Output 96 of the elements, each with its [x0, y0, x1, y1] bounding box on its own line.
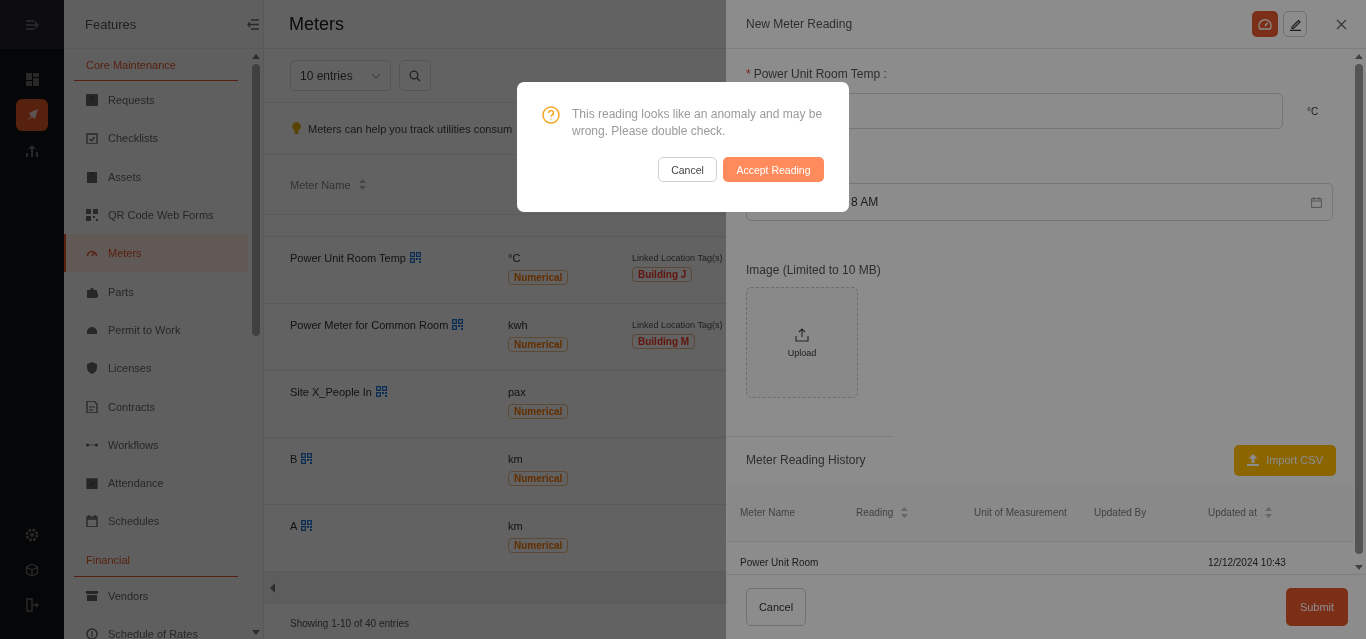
required-mark: *	[746, 67, 751, 81]
panel-title: Features	[85, 16, 137, 32]
unit-text: km	[508, 520, 523, 532]
meter-button[interactable]	[1252, 11, 1278, 37]
meter-name[interactable]: Power Meter for Common Room	[290, 319, 449, 331]
coin-icon	[86, 628, 98, 639]
feature-item[interactable]: Requests	[64, 81, 248, 120]
gauge-icon	[1258, 17, 1272, 31]
settings-icon[interactable]	[25, 528, 39, 542]
lightbulb-icon	[292, 122, 301, 135]
cancel-button[interactable]: Cancel	[658, 157, 717, 182]
tip-text: Meters can help you track utilities consum	[308, 122, 513, 135]
column-header[interactable]: Meter Name	[740, 503, 856, 521]
drawer-title: New Meter Reading	[746, 17, 853, 31]
edit-button[interactable]	[1283, 11, 1307, 37]
pencil-icon	[1288, 17, 1302, 31]
qr-code-icon[interactable]	[452, 319, 464, 330]
unit-text: kwh	[508, 319, 528, 331]
type-tag: Numerical	[508, 471, 569, 486]
location-tag: Building J	[632, 267, 693, 282]
type-tag: Numerical	[508, 538, 569, 553]
image-label: Image (Limited to 10 MB)	[746, 263, 881, 277]
close-icon[interactable]	[1336, 18, 1347, 30]
location-label: Linked Location Tag(s)	[632, 253, 723, 263]
question-icon	[542, 106, 560, 124]
feature-item[interactable]: Vendors	[64, 576, 248, 615]
clipboard-icon	[86, 132, 98, 145]
location-tag: Building M	[632, 334, 696, 349]
qr-icon	[86, 209, 98, 222]
search-button[interactable]	[399, 60, 431, 91]
horizontal-scrollbar[interactable]	[264, 572, 727, 604]
upload-icon	[795, 327, 809, 342]
meter-name[interactable]: B	[290, 453, 298, 465]
table-cell-text: 12/12/2024 10:43	[1208, 557, 1287, 568]
dialog-message: This reading looks like an anomaly and may be wrong. Please double check.	[572, 106, 824, 140]
type-tag: Numerical	[508, 270, 569, 285]
dashboard-icon	[25, 72, 39, 86]
table-cell-text: Power Unit Room	[740, 557, 820, 568]
search-icon	[409, 69, 421, 82]
entries-count: Showing 1-10 of 40 entries	[290, 617, 409, 629]
column-header[interactable]: Unit of Measurement	[974, 503, 1094, 521]
page-title: Meters	[289, 13, 344, 35]
submit-button[interactable]: Submit	[1286, 588, 1348, 626]
import-button[interactable]: Import CSV	[1234, 444, 1336, 476]
column-header[interactable]: Updated By	[1094, 503, 1208, 521]
upload-icon	[1247, 454, 1260, 466]
feature-item[interactable]: Assets	[64, 157, 248, 196]
unit-text: km	[508, 453, 523, 465]
feature-item[interactable]: QR Code Web Forms	[64, 195, 248, 235]
collapse-icon[interactable]	[247, 18, 259, 30]
qr-code-icon[interactable]	[409, 252, 421, 263]
accept-button[interactable]: Accept Reading	[723, 157, 824, 182]
section-title: Core Maintenance	[86, 58, 176, 71]
column-header[interactable]: Reading	[856, 503, 974, 521]
expand-icon[interactable]	[25, 18, 39, 31]
cancel-button[interactable]: Cancel	[746, 588, 806, 626]
unit-text: pax	[508, 386, 526, 398]
qr-code-icon[interactable]	[375, 386, 387, 397]
qr-code-icon[interactable]	[301, 453, 313, 464]
field-label: Power Unit Room Temp :	[753, 67, 887, 81]
qr-code-icon[interactable]	[301, 520, 313, 531]
meter-name[interactable]: A	[290, 520, 298, 532]
feature-item[interactable]: Meters	[64, 234, 248, 273]
question-icon	[86, 94, 98, 107]
meter-name[interactable]: Site X_People In	[290, 386, 372, 398]
rocket-icon	[25, 108, 39, 122]
unit-text: °C	[1307, 105, 1319, 117]
section-title: Meter Reading History	[746, 453, 866, 467]
scrollbar[interactable]	[1354, 54, 1363, 570]
check-clipboard-icon	[86, 477, 98, 490]
feature-item[interactable]: Contracts	[64, 387, 248, 426]
feature-item[interactable]: Attendance	[64, 463, 248, 503]
shield-icon	[86, 362, 98, 375]
calendar-icon	[1311, 196, 1322, 208]
feature-item[interactable]: Parts	[64, 272, 248, 311]
type-tag: Numerical	[508, 404, 569, 419]
chart-upload-icon	[25, 144, 39, 158]
scrollbar[interactable]	[251, 54, 260, 635]
document-icon	[86, 400, 98, 413]
section-title: Financial	[86, 553, 131, 566]
box-icon	[86, 170, 98, 183]
upload-area[interactable]: Upload	[746, 287, 858, 398]
feature-item[interactable]: Workflows	[64, 425, 248, 464]
type-tag: Numerical	[508, 337, 569, 352]
meter-name[interactable]: Power Unit Room Temp	[290, 252, 406, 264]
store-icon	[86, 589, 98, 602]
unit-text: °C	[508, 252, 521, 264]
calendar-icon	[86, 515, 98, 528]
entries-select[interactable]: 10 entries	[290, 60, 391, 91]
logout-icon[interactable]	[25, 598, 39, 612]
column-header[interactable]: Updated at	[1208, 503, 1328, 521]
cube-icon[interactable]	[25, 563, 39, 577]
nav-item[interactable]	[16, 99, 48, 131]
chevron-down-icon	[371, 72, 381, 79]
feature-item[interactable]: Licenses	[64, 349, 248, 388]
location-label: Linked Location Tag(s)	[632, 320, 723, 330]
